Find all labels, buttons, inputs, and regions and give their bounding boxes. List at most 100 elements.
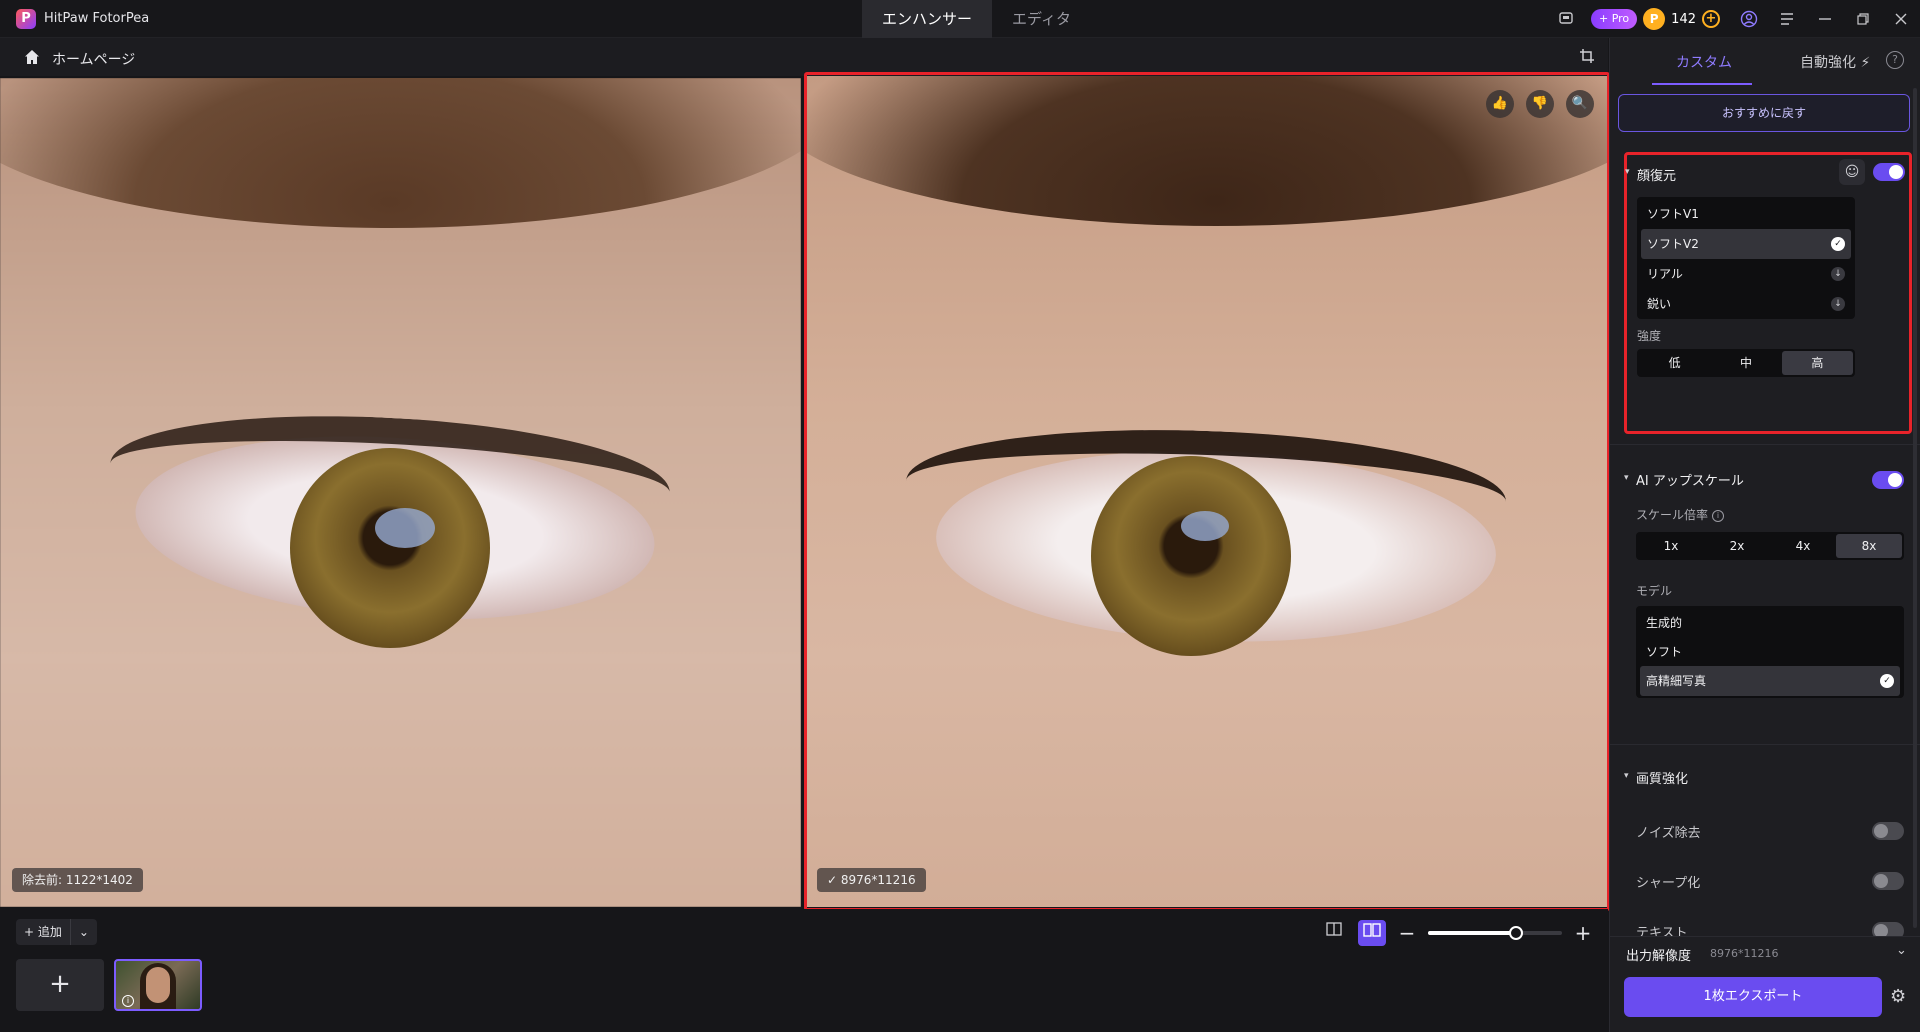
divider	[1610, 444, 1920, 445]
check-icon: ✓	[1880, 674, 1894, 688]
tab-editor[interactable]: エディタ	[992, 0, 1091, 38]
menu-icon[interactable]	[1768, 0, 1806, 38]
minimize-icon[interactable]	[1806, 0, 1844, 38]
after-resolution-label: ✓ 8976*11216	[817, 868, 926, 892]
list-item[interactable]: 生成的	[1640, 608, 1900, 638]
crop-icon[interactable]	[1578, 48, 1596, 66]
title-bar-controls: + Pro P 142 +	[1547, 0, 1920, 38]
scale-4x[interactable]: 4x	[1770, 534, 1836, 558]
image-thumbnail[interactable]: i	[114, 959, 202, 1011]
panel-scrollbar[interactable]	[1913, 88, 1917, 928]
list-item[interactable]: ソフトV2 ✓	[1641, 229, 1851, 259]
chevron-down-icon[interactable]: ⌄	[1896, 943, 1907, 958]
zoom-out-button[interactable]: −	[1396, 921, 1418, 945]
reset-recommended-button[interactable]: おすすめに戻す	[1618, 94, 1910, 132]
strength-medium[interactable]: 中	[1710, 351, 1781, 375]
scale-2x[interactable]: 2x	[1704, 534, 1770, 558]
zoom-in-button[interactable]: +	[1572, 921, 1594, 945]
after-image[interactable]: 👍 👎 🔍 ✓ 8976*11216	[806, 76, 1608, 907]
face-model-list: ソフトV1 ソフトV2 ✓ リアル ↓ 鋭い ↓	[1637, 197, 1855, 319]
upscale-model-list: 生成的 ソフト 高精細写真 ✓	[1636, 606, 1904, 698]
download-icon[interactable]: ↓	[1831, 267, 1845, 281]
pro-badge[interactable]: + Pro	[1591, 9, 1638, 29]
face-restore-section: ▾ 顔復元 ☺ ソフトV1 ソフトV2 ✓ リアル ↓ 鋭い ↓ 強度 低 中 高	[1624, 152, 1912, 434]
info-icon[interactable]: i	[1712, 509, 1725, 522]
output-resolution-value: 8976*11216	[1710, 947, 1779, 960]
noise-reduction-label: ノイズ除去	[1636, 826, 1701, 841]
collapse-caret-icon[interactable]: ▾	[1624, 771, 1629, 781]
feedback-icon[interactable]	[1547, 0, 1585, 38]
app-window: P HitPaw FotorPea エンハンサー エディタ + Pro P 14…	[0, 0, 1920, 1032]
strength-selector: 低 中 高	[1637, 349, 1855, 377]
strength-label: 強度	[1637, 329, 1662, 343]
app-title: HitPaw FotorPea	[44, 11, 150, 26]
add-coins-button[interactable]: +	[1702, 10, 1720, 28]
quality-title: 画質強化	[1636, 772, 1689, 787]
before-resolution-label: 除去前: 1122*1402	[12, 868, 143, 892]
help-icon[interactable]: ?	[1886, 51, 1904, 69]
home-icon[interactable]	[24, 49, 40, 65]
before-image[interactable]: 除去前: 1122*1402	[0, 78, 801, 907]
face-restore-toggle[interactable]	[1873, 163, 1905, 181]
zoom-slider-handle[interactable]	[1509, 926, 1524, 940]
strength-low[interactable]: 低	[1639, 351, 1710, 375]
active-tab-indicator	[1652, 83, 1752, 85]
scale-8x[interactable]: 8x	[1836, 534, 1902, 558]
sharpen-toggle[interactable]	[1872, 872, 1904, 890]
home-link[interactable]: ホームページ	[52, 49, 135, 69]
upscale-toggle[interactable]	[1872, 471, 1904, 489]
gear-icon[interactable]: ⚙	[1890, 986, 1906, 1007]
collapse-caret-icon[interactable]: ▾	[1624, 473, 1629, 483]
list-item[interactable]: 高精細写真 ✓	[1640, 666, 1900, 696]
coin-icon: P	[1643, 8, 1666, 30]
tab-custom[interactable]: カスタム	[1676, 52, 1732, 72]
side-by-side-view-icon[interactable]	[1358, 920, 1386, 946]
account-icon[interactable]	[1730, 0, 1768, 38]
image-tools: 👍 👎 🔍	[1486, 90, 1594, 118]
list-item[interactable]: ソフトV1	[1641, 199, 1851, 229]
app-logo-icon: P	[16, 9, 36, 29]
add-label[interactable]: + 追加	[16, 919, 71, 945]
chevron-down-icon[interactable]: ⌄	[71, 919, 97, 945]
upscale-title: AI アップスケール	[1636, 474, 1744, 489]
strength-high[interactable]: 高	[1781, 351, 1853, 375]
mode-tabs: エンハンサー エディタ	[862, 0, 1091, 38]
tab-enhancer[interactable]: エンハンサー	[862, 0, 993, 38]
thumbs-down-icon[interactable]: 👎	[1526, 90, 1554, 118]
zoom-in-icon[interactable]: 🔍	[1566, 90, 1594, 118]
close-icon[interactable]	[1882, 0, 1920, 38]
download-icon[interactable]: ↓	[1831, 297, 1845, 311]
output-bar: 出力解像度 8976*11216 ⌄ 1枚エクスポート ⚙	[1610, 936, 1920, 1032]
zoom-slider[interactable]	[1428, 926, 1562, 940]
add-image-tile[interactable]: +	[16, 959, 104, 1011]
coin-count: 142	[1671, 11, 1696, 27]
title-bar: P HitPaw FotorPea エンハンサー エディタ + Pro P 14…	[0, 0, 1920, 38]
face-icon[interactable]: ☺	[1839, 159, 1865, 185]
thumbs-up-icon[interactable]: 👍	[1486, 90, 1514, 118]
navigation-bar: ホームページ	[0, 38, 1608, 76]
tab-auto-enhance[interactable]: 自動強化 ⚡	[1800, 52, 1870, 72]
sharpen-label: シャープ化	[1636, 876, 1701, 891]
output-resolution-label: 出力解像度	[1626, 949, 1692, 964]
scale-1x[interactable]: 1x	[1638, 534, 1704, 558]
list-item[interactable]: ソフト	[1640, 637, 1900, 667]
export-button[interactable]: 1枚エクスポート	[1624, 977, 1882, 1017]
collapse-caret-icon[interactable]: ▾	[1625, 167, 1630, 177]
list-item[interactable]: リアル ↓	[1641, 259, 1851, 289]
view-controls: − +	[1320, 919, 1594, 947]
divider	[1610, 744, 1920, 745]
noise-reduction-toggle[interactable]	[1872, 822, 1904, 840]
scale-selector: 1x 2x 4x 8x	[1636, 532, 1904, 560]
face-restore-title: 顔復元	[1637, 169, 1677, 184]
add-button[interactable]: + 追加 ⌄	[16, 919, 97, 945]
model-label: モデル	[1636, 584, 1673, 598]
info-icon[interactable]: i	[122, 995, 134, 1007]
bottom-bar: + 追加 ⌄ + i − +	[0, 909, 1608, 1032]
zoom-slider-fill	[1428, 931, 1517, 935]
scale-label: スケール倍率 i	[1636, 506, 1725, 523]
restore-icon[interactable]	[1844, 0, 1882, 38]
list-item[interactable]: 鋭い ↓	[1641, 289, 1851, 319]
split-view-icon[interactable]	[1320, 920, 1348, 946]
thumbnail-face	[146, 967, 170, 1003]
check-icon: ✓	[1831, 237, 1845, 251]
